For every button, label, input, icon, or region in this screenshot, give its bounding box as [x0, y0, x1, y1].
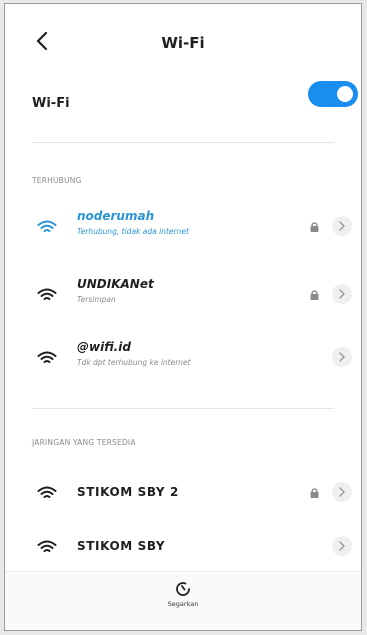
network-item-wifi-id[interactable]: @wifi.id Tdk dpt terhubung ke internet	[5, 334, 361, 382]
divider	[32, 142, 334, 143]
section-label-connected: TERHUBUNG	[32, 176, 82, 185]
network-details-button[interactable]	[332, 482, 352, 502]
wifi-icon	[37, 540, 57, 552]
network-details-button[interactable]	[332, 216, 352, 236]
network-item-noderumah[interactable]: noderumah Terhubung, tidak ada internet	[5, 203, 361, 251]
network-status: Tdk dpt terhubung ke internet	[77, 358, 191, 367]
refresh-label: Segarkan	[167, 600, 199, 608]
wifi-label: Wi-Fi	[32, 96, 70, 111]
lock-icon	[310, 290, 319, 300]
chevron-right-icon	[339, 487, 345, 497]
network-details-button[interactable]	[332, 347, 352, 367]
network-details-button[interactable]	[332, 536, 352, 556]
page-title: Wi-Fi	[161, 34, 205, 52]
wifi-icon	[37, 220, 57, 232]
chevron-right-icon	[339, 541, 345, 551]
lock-icon	[310, 222, 319, 232]
refresh-icon	[176, 582, 190, 596]
bottom-bar: Segarkan	[5, 571, 361, 630]
toggle-knob	[337, 86, 353, 102]
divider	[32, 408, 334, 409]
network-item-stikom-sby-2[interactable]: STIKOM SBY 2	[5, 469, 361, 517]
wifi-toggle-row: Wi-Fi	[5, 82, 361, 128]
network-status: Tersimpan	[77, 295, 116, 304]
chevron-right-icon	[339, 352, 345, 362]
wifi-icon	[37, 288, 57, 300]
wifi-toggle[interactable]	[308, 81, 358, 107]
wifi-settings-screen: Wi-Fi Wi-Fi TERHUBUNG noderumah Terhubun…	[4, 3, 362, 631]
network-name: noderumah	[77, 209, 155, 223]
chevron-right-icon	[339, 221, 345, 231]
header: Wi-Fi	[5, 4, 361, 82]
network-details-button[interactable]	[332, 284, 352, 304]
network-name: STIKOM SBY	[77, 539, 166, 553]
network-status: Terhubung, tidak ada internet	[77, 227, 189, 236]
section-label-available: JARINGAN YANG TERSEDIA	[32, 438, 136, 447]
network-item-stikom-sby[interactable]: STIKOM SBY	[5, 523, 361, 571]
lock-icon	[310, 488, 319, 498]
wifi-icon	[37, 486, 57, 498]
network-item-undikanet[interactable]: UNDIKANet Tersimpan	[5, 271, 361, 319]
wifi-icon	[37, 351, 57, 363]
network-name: UNDIKANet	[77, 277, 154, 291]
refresh-button[interactable]: Segarkan	[5, 580, 361, 608]
network-name: STIKOM SBY 2	[77, 485, 179, 499]
chevron-right-icon	[339, 289, 345, 299]
network-name: @wifi.id	[77, 340, 131, 354]
